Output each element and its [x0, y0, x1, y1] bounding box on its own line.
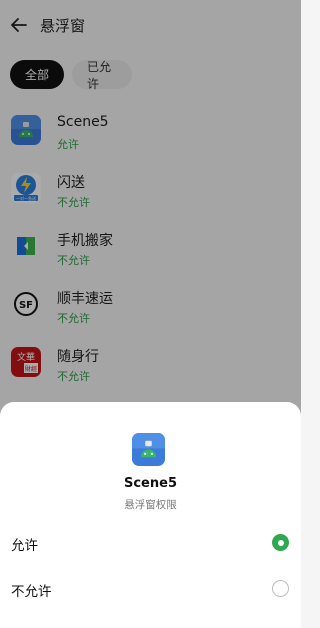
option-label: 不允许	[11, 584, 52, 600]
option-disallow[interactable]: 不允许	[0, 567, 301, 611]
permission-bottom-sheet: Scene5 悬浮窗权限 允许 不允许	[0, 402, 301, 628]
option-allow[interactable]: 允许	[0, 521, 301, 565]
sheet-app-name: Scene5	[123, 476, 177, 491]
sheet-subtitle: 悬浮窗权限	[124, 499, 177, 511]
scene5-app-icon	[132, 433, 165, 466]
option-label: 允许	[11, 538, 38, 554]
radio-selected-icon[interactable]	[272, 534, 289, 551]
radio-unselected-icon[interactable]	[272, 580, 289, 597]
